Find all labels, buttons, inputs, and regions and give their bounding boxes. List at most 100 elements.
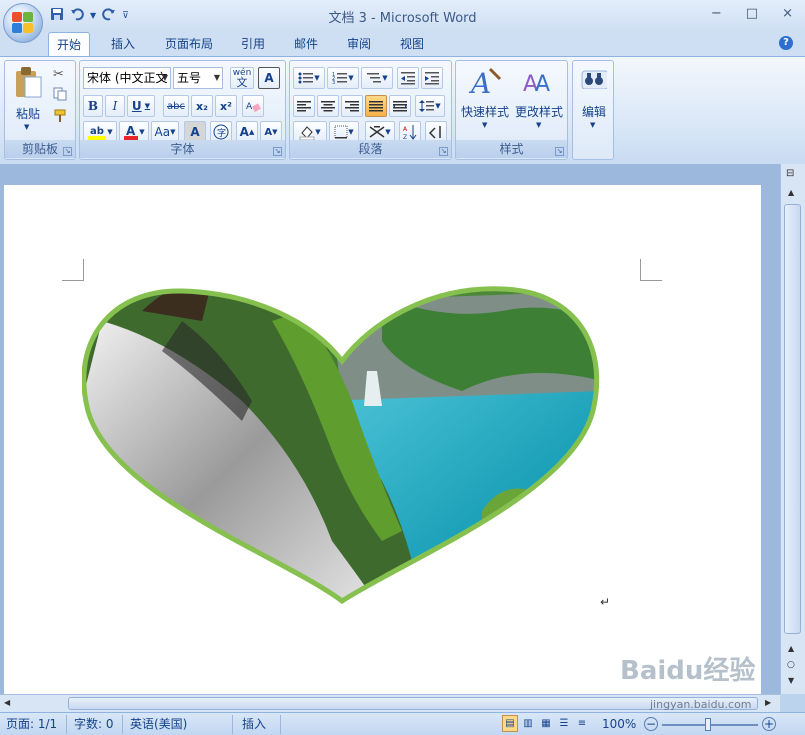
clipboard-launcher[interactable]: ↘ bbox=[63, 147, 72, 156]
increase-indent-button[interactable] bbox=[421, 67, 443, 89]
font-size-dropdown-icon: ▼ bbox=[213, 73, 220, 82]
tab-view[interactable]: 视图 bbox=[392, 32, 432, 56]
bullets-icon bbox=[298, 72, 314, 84]
ribbon-tabs: 开始 插入 页面布局 引用 邮件 审阅 视图 bbox=[0, 30, 805, 56]
scroll-left-icon[interactable]: ◀ bbox=[4, 698, 10, 707]
status-word-count[interactable]: 字数: 0 bbox=[74, 716, 114, 733]
character-border-button[interactable]: A bbox=[258, 67, 280, 89]
web-layout-view-icon[interactable]: ▦ bbox=[538, 715, 554, 732]
tab-insert[interactable]: 插入 bbox=[103, 32, 143, 56]
outline-view-icon[interactable]: ☰ bbox=[556, 715, 572, 732]
prev-page-icon[interactable]: ▲ bbox=[788, 644, 794, 653]
tab-review[interactable]: 审阅 bbox=[339, 32, 379, 56]
format-painter-icon[interactable] bbox=[53, 109, 67, 126]
window-controls: − □ × bbox=[711, 6, 793, 21]
tab-home[interactable]: 开始 bbox=[48, 32, 91, 56]
quick-styles-dropdown-icon: ▼ bbox=[482, 121, 488, 129]
draft-view-icon[interactable]: ≡ bbox=[574, 715, 590, 732]
vertical-scroll-thumb[interactable] bbox=[784, 204, 801, 634]
status-page[interactable]: 页面: 1/1 bbox=[6, 716, 57, 733]
zoom-out-icon[interactable]: − bbox=[644, 717, 658, 731]
align-left-button[interactable] bbox=[293, 95, 315, 117]
minimize-button[interactable]: − bbox=[711, 6, 722, 21]
zoom-in-icon[interactable]: + bbox=[762, 717, 776, 731]
paste-label: 粘贴 bbox=[15, 107, 40, 121]
document-page[interactable]: ↵ bbox=[4, 185, 761, 695]
office-button[interactable] bbox=[3, 3, 43, 43]
change-case-label: Aa bbox=[154, 125, 171, 139]
tab-page-layout[interactable]: 页面布局 bbox=[157, 32, 221, 56]
line-spacing-button[interactable]: ▼ bbox=[415, 95, 445, 117]
font-launcher[interactable]: ↘ bbox=[273, 147, 282, 156]
paste-button[interactable]: 粘贴 ▼ bbox=[9, 65, 45, 135]
full-screen-reading-view-icon[interactable]: ▥ bbox=[520, 715, 536, 732]
scroll-right-icon[interactable]: ▶ bbox=[765, 698, 771, 707]
help-icon[interactable]: ? bbox=[779, 36, 793, 50]
italic-button[interactable]: I bbox=[105, 95, 125, 117]
underline-button[interactable]: U ▼ bbox=[127, 95, 155, 117]
paragraph-mark: ↵ bbox=[600, 595, 611, 609]
vertical-scrollbar[interactable]: ⊟ ▲ ▲ ○ ▼ bbox=[780, 164, 805, 694]
font-name-combo[interactable]: 宋体 (中文正文 ▼ bbox=[83, 67, 171, 89]
bold-button[interactable]: B bbox=[83, 95, 103, 117]
status-insert-mode[interactable]: 插入 bbox=[242, 716, 266, 733]
highlight-dropdown-icon: ▼ bbox=[107, 128, 113, 136]
maximize-button[interactable]: □ bbox=[746, 6, 758, 21]
paragraph-launcher[interactable]: ↘ bbox=[439, 147, 448, 156]
save-icon[interactable] bbox=[50, 7, 64, 24]
clear-formatting-button[interactable]: A bbox=[242, 95, 264, 117]
close-button[interactable]: × bbox=[782, 6, 793, 21]
multilevel-list-button[interactable]: ▼ bbox=[361, 67, 393, 89]
heart-picture[interactable] bbox=[82, 281, 602, 611]
justify-button[interactable] bbox=[365, 95, 387, 117]
quick-styles-button[interactable]: A 快速样式 ▼ bbox=[458, 63, 512, 137]
cut-icon[interactable]: ✂ bbox=[53, 67, 64, 82]
svg-text:3: 3 bbox=[332, 80, 335, 85]
styles-group-label: 样式 bbox=[456, 140, 567, 158]
zoom-level[interactable]: 100% bbox=[602, 716, 636, 733]
copy-icon[interactable] bbox=[53, 87, 67, 104]
font-size-combo[interactable]: 五号 ▼ bbox=[173, 67, 223, 89]
undo-icon[interactable] bbox=[70, 7, 84, 24]
font-color-icon: A bbox=[124, 124, 139, 140]
grow-font-label: A bbox=[239, 125, 249, 139]
status-language[interactable]: 英语(美国) bbox=[130, 716, 187, 733]
sort-icon: AZ bbox=[403, 125, 417, 140]
office-logo-icon bbox=[12, 12, 34, 34]
align-center-button[interactable] bbox=[317, 95, 339, 117]
phonetic-guide-button[interactable]: wén 文 bbox=[230, 67, 254, 89]
subscript-button[interactable]: x₂ bbox=[191, 95, 213, 117]
distributed-button[interactable] bbox=[389, 95, 411, 117]
change-styles-icon: A A bbox=[523, 72, 550, 97]
change-styles-button[interactable]: A A 更改样式 ▼ bbox=[512, 63, 566, 137]
next-page-icon[interactable]: ▼ bbox=[788, 676, 794, 685]
decrease-indent-button[interactable] bbox=[397, 67, 419, 89]
font-group-label: 字体 bbox=[80, 140, 285, 158]
paragraph-group: ▼ 1 2 3 ▼ ▼ ▼ ▼ ▼ ▼ A Z 段落 ↘ bbox=[289, 60, 452, 160]
align-center-icon bbox=[321, 101, 335, 112]
styles-launcher[interactable]: ↘ bbox=[555, 147, 564, 156]
font-name-dropdown-icon: ▼ bbox=[161, 73, 168, 82]
superscript-button[interactable]: x² bbox=[215, 95, 237, 117]
quick-styles-label: 快速样式 bbox=[460, 105, 509, 119]
svg-text:字: 字 bbox=[217, 127, 226, 139]
redo-icon[interactable] bbox=[102, 7, 116, 24]
bullets-button[interactable]: ▼ bbox=[293, 67, 325, 89]
align-right-icon bbox=[345, 101, 359, 112]
scroll-up-icon[interactable]: ▲ bbox=[788, 188, 794, 197]
undo-dropdown-icon[interactable]: ▼ bbox=[90, 11, 96, 20]
ruler-toggle-icon[interactable]: ⊟ bbox=[786, 168, 794, 179]
editing-button[interactable]: 编辑 ▼ bbox=[575, 63, 613, 153]
tab-references[interactable]: 引用 bbox=[233, 32, 273, 56]
customize-qat-icon[interactable]: ⊽ bbox=[122, 11, 129, 21]
numbering-button[interactable]: 1 2 3 ▼ bbox=[327, 67, 359, 89]
align-right-button[interactable] bbox=[341, 95, 363, 117]
strikethrough-button[interactable]: abc bbox=[163, 95, 189, 117]
zoom-slider-thumb[interactable] bbox=[705, 718, 711, 731]
tab-mailings[interactable]: 邮件 bbox=[286, 32, 326, 56]
enclose-characters-icon: 字 bbox=[213, 124, 229, 140]
print-layout-view-icon[interactable]: ▤ bbox=[502, 715, 518, 732]
paste-dropdown-icon: ▼ bbox=[24, 123, 30, 131]
paragraph-mark-icon bbox=[429, 126, 441, 139]
select-browse-object-icon[interactable]: ○ bbox=[787, 660, 795, 670]
